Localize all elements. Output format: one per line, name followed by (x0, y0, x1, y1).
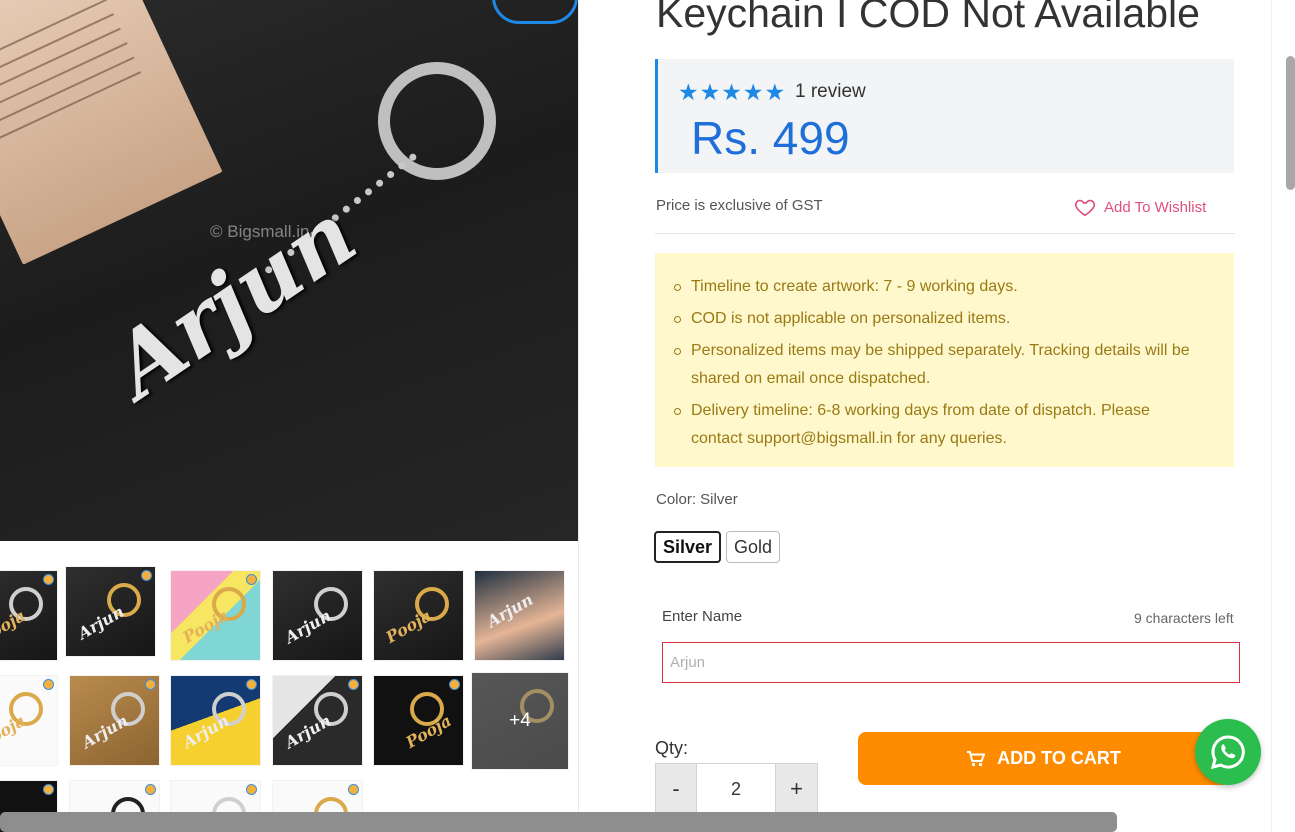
thumbnail[interactable]: Arjun (272, 675, 363, 766)
qty-label: Qty: (655, 738, 689, 758)
thumbnail[interactable]: Pooja (0, 675, 58, 766)
add-to-cart-label: ADD TO CART (997, 748, 1121, 768)
enter-name-label: Enter Name (662, 608, 743, 625)
order-notice-box: Timeline to create artwork: 7 - 9 workin… (655, 253, 1234, 467)
content-edge (1271, 0, 1272, 832)
brand-logo (492, 0, 578, 24)
gst-note: Price is exclusive of GST (656, 197, 823, 214)
horizontal-scrollbar[interactable] (0, 812, 1117, 832)
thumbnail[interactable]: Arjun (69, 675, 160, 766)
heart-icon (1074, 199, 1096, 217)
color-option-gold[interactable]: Gold (726, 531, 781, 563)
notice-item: Timeline to create artwork: 7 - 9 workin… (674, 273, 1204, 301)
qty-decrement-button[interactable]: - (655, 763, 697, 815)
qty-increment-button[interactable]: + (775, 763, 818, 815)
notice-item: Delivery timeline: 6-8 working days from… (674, 397, 1204, 453)
thumbnail[interactable]: Pooja (373, 570, 464, 661)
add-to-cart-button[interactable]: ADD TO CART (858, 732, 1230, 785)
thumbnail[interactable]: Pooja (0, 570, 58, 661)
divider (655, 233, 1235, 234)
product-main-image[interactable]: © Bigsmall.in Arjun (0, 0, 578, 541)
decor-letter-card (0, 0, 223, 265)
notice-item: COD is not applicable on personalized it… (674, 305, 1204, 333)
vertical-scrollbar[interactable] (1286, 56, 1295, 190)
whatsapp-chat-button[interactable] (1195, 719, 1261, 785)
name-input[interactable] (662, 642, 1240, 683)
product-page: © Bigsmall.in Arjun Pooja Arjun Pooja Ar… (0, 0, 1295, 832)
cart-icon (967, 750, 986, 766)
color-label: Color: Silver (656, 491, 738, 508)
price-box: ★★★★★ 1 review Rs. 499 (655, 59, 1234, 173)
qty-input[interactable]: 2 (697, 763, 775, 815)
thumbnail[interactable]: Arjun (65, 566, 156, 657)
more-images-count: +4 (472, 673, 568, 769)
thumbnail-more[interactable]: +4 (471, 672, 569, 770)
chars-left-counter: 9 characters left (1134, 610, 1234, 626)
keychain-name-image: Arjun (94, 183, 374, 418)
whatsapp-icon (1210, 735, 1245, 770)
notice-list: Timeline to create artwork: 7 - 9 workin… (674, 273, 1204, 453)
thumbnail[interactable]: Pooja (170, 570, 261, 661)
review-count-link[interactable]: 1 review (795, 81, 866, 103)
product-title: Keychain I COD Not Available (656, 0, 1200, 36)
thumbnail-strip: Pooja Arjun Pooja Arjun Pooja Arjun Pooj… (0, 565, 578, 832)
rating-stars-icon[interactable]: ★★★★★ (678, 79, 786, 106)
notice-item: Personalized items may be shipped separa… (674, 337, 1204, 393)
thumbnail[interactable]: Arjun (170, 675, 261, 766)
thumbnail[interactable]: Arjun (272, 570, 363, 661)
thumbnail[interactable]: Arjun (474, 570, 565, 661)
keyring-image (378, 62, 496, 180)
color-option-silver[interactable]: Silver (654, 531, 722, 563)
gallery-divider (578, 0, 579, 832)
add-to-wishlist-button[interactable]: Add To Wishlist (1074, 196, 1206, 218)
product-price: Rs. 499 (691, 112, 850, 164)
thumbnail[interactable]: Pooja (373, 675, 464, 766)
wishlist-label: Add To Wishlist (1104, 198, 1207, 216)
